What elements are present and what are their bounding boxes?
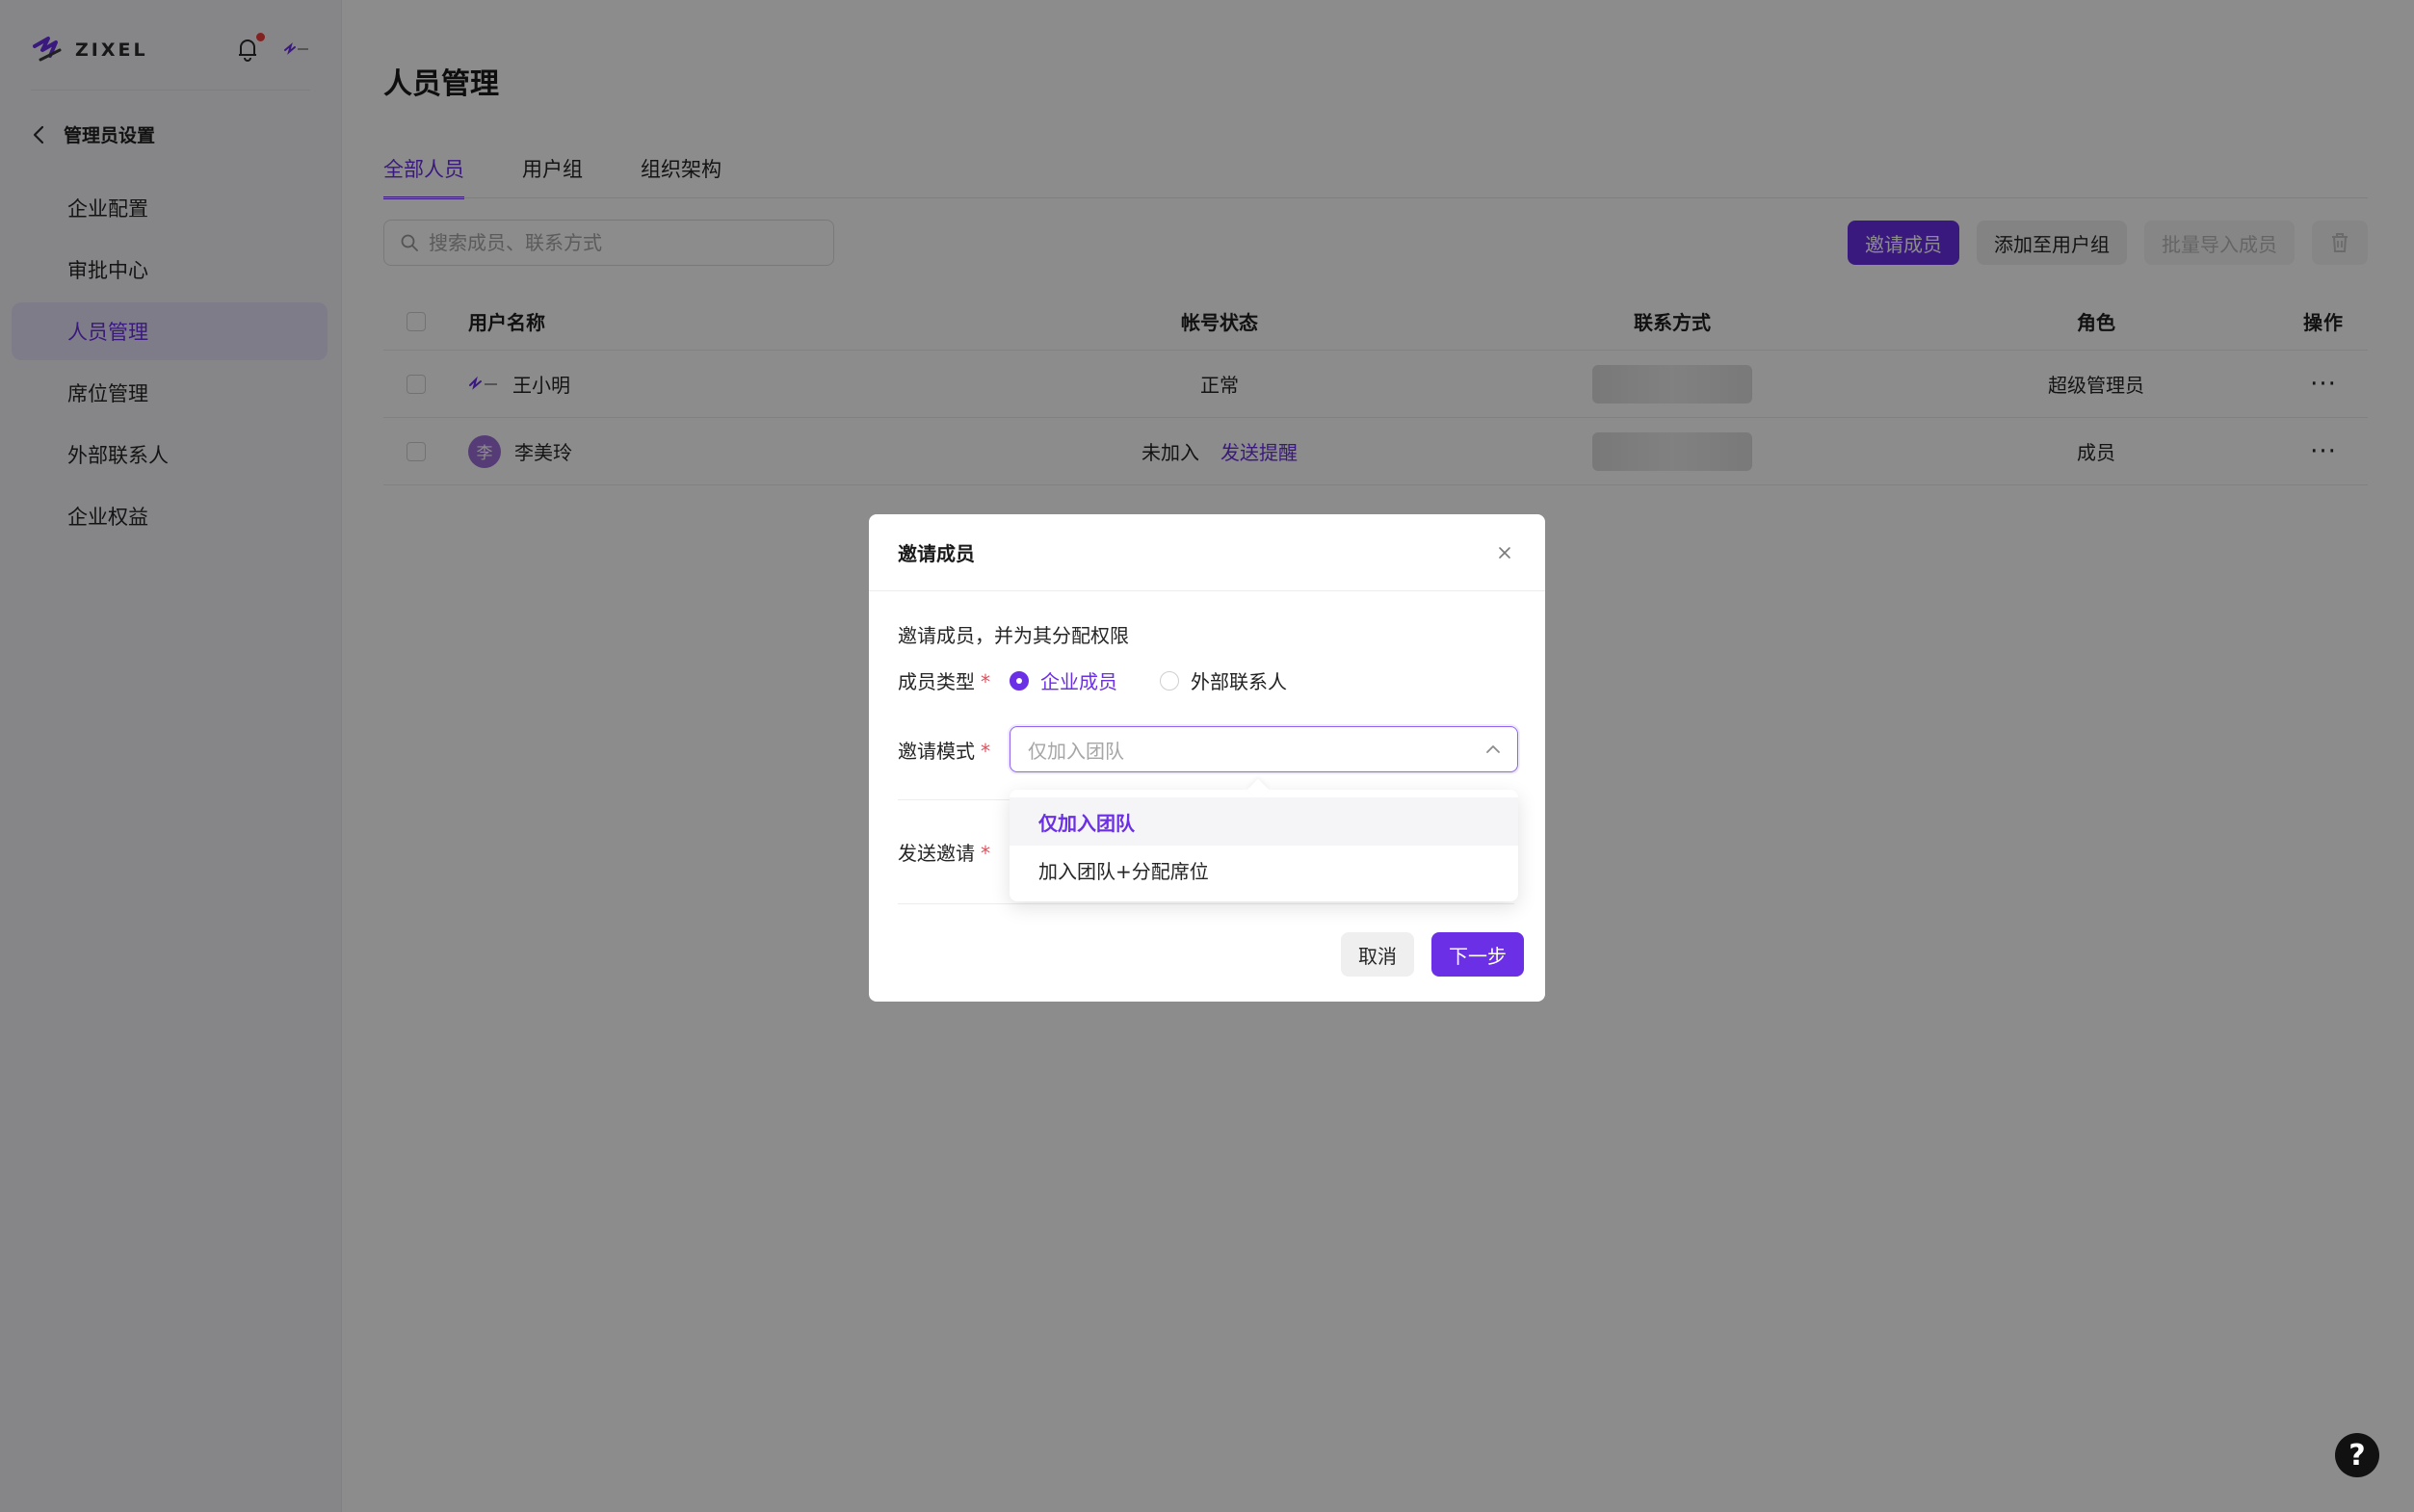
member-type-label: 成员类型 * — [898, 670, 990, 693]
form-divider — [898, 903, 1514, 904]
option-join-team-assign-seat[interactable]: 加入团队+分配席位 — [1010, 846, 1518, 894]
invite-mode-placeholder: 仅加入团队 — [1028, 739, 1124, 763]
radio-checked[interactable] — [1010, 670, 1029, 691]
chevron-up-icon — [1486, 745, 1500, 753]
invite-mode-label: 邀请模式 * — [898, 739, 990, 763]
radio-external-contact[interactable]: 外部联系人 — [1160, 666, 1287, 694]
close-icon[interactable] — [1493, 541, 1516, 564]
invite-member-dialog: 邀请成员 邀请成员，并为其分配权限 成员类型 * 企业成员 外部联系人 邀请模式 *… — [869, 514, 1545, 1002]
dialog-header: 邀请成员 — [869, 514, 1545, 591]
dialog-footer: 取消 下一步 — [1341, 932, 1524, 977]
dialog-title: 邀请成员 — [898, 542, 975, 565]
invite-mode-select[interactable]: 仅加入团队 — [1010, 726, 1518, 772]
help-icon[interactable]: ? — [2335, 1433, 2379, 1477]
invite-mode-row: 邀请模式 * 仅加入团队 — [898, 726, 1518, 772]
member-type-row: 成员类型 * 企业成员 外部联系人 — [898, 666, 1329, 694]
invite-mode-dropdown: 仅加入团队 加入团队+分配席位 — [1010, 790, 1518, 901]
required-mark: * — [981, 739, 990, 763]
option-join-team-only[interactable]: 仅加入团队 — [1010, 797, 1518, 846]
required-mark: * — [981, 842, 990, 865]
radio-unchecked[interactable] — [1160, 670, 1179, 691]
next-step-button[interactable]: 下一步 — [1431, 932, 1524, 977]
send-invite-label: 发送邀请 * — [898, 842, 990, 865]
send-invite-row: 发送邀请 * — [898, 838, 1010, 866]
cancel-button[interactable]: 取消 — [1341, 932, 1414, 977]
radio-enterprise-member[interactable]: 企业成员 — [1010, 666, 1117, 694]
required-mark: * — [981, 670, 990, 693]
dialog-description: 邀请成员，并为其分配权限 — [898, 624, 1129, 647]
